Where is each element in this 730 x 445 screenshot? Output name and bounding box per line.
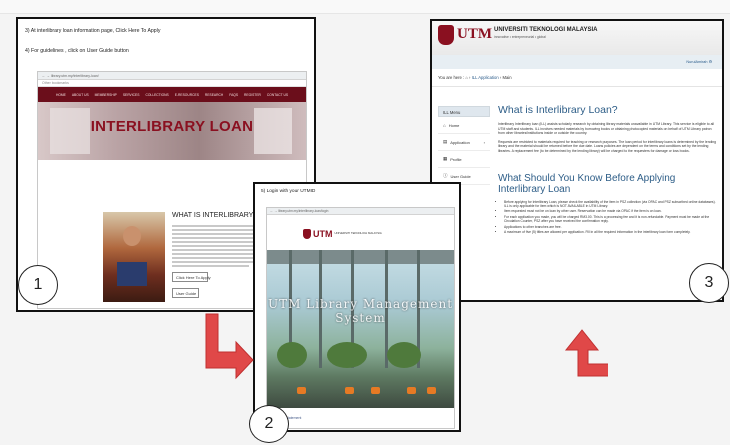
site-nav-item[interactable]: MEMBERSHIP [95, 93, 117, 97]
list-item: Item requested must not be on loan by ot… [504, 209, 718, 213]
arrow-to-step-2-icon [205, 313, 254, 380]
home-icon: ⌂ [443, 122, 446, 128]
user-menu[interactable]: NurulAmirah ⚙ [686, 59, 712, 64]
step-3-badge: 3 [689, 263, 729, 303]
what-is-ill-paragraph-2: Requests are restricted to materials req… [498, 139, 716, 153]
university-name: UNIVERSITI TEKNOLOGI MALAYSIA [334, 231, 382, 236]
chevron-right-icon: › [483, 139, 485, 145]
utm-crest-icon [438, 25, 454, 45]
university-name: UNIVERSITI TEKNOLOGI MALAYSIA [494, 27, 598, 33]
site-nav-item[interactable]: HOME [56, 93, 66, 97]
site-nav-item[interactable]: RESEARCH [205, 93, 223, 97]
utm-header: UTM UNIVERSITI TEKNOLOGI MALAYSIA innova… [432, 21, 722, 55]
site-nav-item[interactable]: SERVICES [123, 93, 140, 97]
step-1-instruction-apply: 3) At interlibrary loan information page… [25, 28, 161, 34]
user-guide-button[interactable]: User Guide [172, 288, 199, 298]
university-tagline: innovative • entrepreneurial • global [494, 35, 546, 39]
library-interior-photo: UTM Library Management System [267, 250, 454, 408]
browser-address-bar[interactable]: ← → library.utm.my/interlibrary-loan/log… [267, 208, 454, 215]
top-strip [0, 0, 730, 14]
bookmarks-label[interactable]: Other bookmarks [42, 81, 69, 85]
site-nav-item[interactable]: ABOUT US [72, 93, 89, 97]
breadcrumb-prefix: You are here : [438, 75, 465, 80]
system-banner-text: UTM Library Management System [267, 297, 454, 325]
interlibrary-hero-banner: INTERLIBRARY LOAN [38, 102, 306, 160]
bookmarks-bar: Other bookmarks [38, 80, 306, 87]
home-icon[interactable]: ⌂ [465, 75, 468, 80]
utm-crest-icon [303, 229, 311, 239]
menu-item-profile[interactable]: ▦ Profile [438, 151, 490, 168]
menu-item-label: Application [450, 139, 470, 145]
utm-logo: UTM UNIVERSITI TEKNOLOGI MALAYSIA [303, 229, 382, 239]
step-2-panel: 5) Login with your UTMID ← → library.utm… [253, 182, 461, 432]
before-applying-heading: What Should You Know Before Applying Int… [498, 172, 676, 195]
menu-item-home[interactable]: ⌂ Home [438, 117, 490, 134]
utm-logo-text: UTM [313, 229, 333, 239]
breadcrumb: You are here : ⌂ › ILL Application › Mai… [432, 69, 722, 87]
breadcrumb-link[interactable]: ILL Application [472, 75, 499, 80]
site-nav-item[interactable]: E-RESOURCES [175, 93, 199, 97]
breadcrumb-current: Main [502, 75, 512, 80]
site-nav-item[interactable]: CONTACT US [267, 93, 288, 97]
menu-item-application[interactable]: ▤ Application › [438, 134, 490, 151]
ill-main-content: What is Interlibrary Loan? Interlibrary … [498, 104, 718, 236]
info-icon: ⓘ [443, 173, 448, 178]
list-item: Applications to other branches are free. [504, 225, 718, 229]
back-icon[interactable]: ← → [270, 209, 277, 213]
user-name[interactable]: NurulAmirah [686, 60, 707, 64]
back-icon[interactable]: ← → [42, 74, 50, 78]
browser-address-bar[interactable]: ← → library.utm.my/interlibrary-loan/ [38, 72, 306, 80]
menu-item-label: Profile [450, 156, 462, 162]
site-nav-item[interactable]: FAQS [229, 93, 238, 97]
menu-item-label: Home [448, 122, 460, 128]
click-here-to-apply-button[interactable]: Click Here To Apply [172, 272, 211, 282]
utm-logo: UTM [457, 26, 492, 42]
student-photo [103, 212, 165, 302]
step-1-instruction-guide: 4) For guidelines , click on User Guide … [25, 48, 129, 54]
browser-url[interactable]: library.utm.my/interlibrary-loan/ [51, 74, 99, 78]
step-2-instruction: 5) Login with your UTMID [261, 189, 316, 194]
what-is-ill-paragraph-1: Interlibrary Interlibrary loan (ILL) ass… [498, 122, 715, 136]
menu-item-label: User Guide [450, 173, 471, 179]
user-bar: NurulAmirah ⚙ [432, 55, 722, 69]
ill-menu: ILL Menu ⌂ Home ▤ Application › ▦ Profil… [438, 106, 490, 185]
list-item: Before applying for Interlibrary Loan, p… [504, 200, 718, 209]
site-navigation: HOME ABOUT US MEMBERSHIP SERVICES COLLECTION… [38, 87, 306, 102]
document-icon: ▤ [443, 139, 448, 144]
site-nav-item[interactable]: COLLECTIONS [145, 93, 168, 97]
hero-title: INTERLIBRARY LOAN [90, 118, 254, 135]
before-applying-list: Before applying for Interlibrary Loan, p… [498, 200, 718, 235]
step-3-panel: UTM UNIVERSITI TEKNOLOGI MALAYSIA innova… [430, 19, 724, 302]
ill-menu-title: ILL Menu [438, 106, 490, 117]
step-2-badge: 2 [249, 405, 289, 443]
list-item: A maximum of five (5) titles are allowed… [504, 230, 718, 234]
browser-url[interactable]: library.utm.my/interlibrary-loan/login [278, 209, 328, 213]
what-is-ill-heading: What is Interlibrary Loan? [498, 104, 618, 116]
step-1-badge: 1 [18, 265, 58, 305]
gear-icon[interactable]: ⚙ [709, 60, 712, 64]
site-nav-item[interactable]: REGISTER [244, 93, 261, 97]
profile-icon: ▦ [443, 156, 448, 161]
login-page-screenshot: ← → library.utm.my/interlibrary-loan/log… [266, 207, 455, 429]
list-item: For each application you made, you will … [504, 215, 718, 224]
arrow-to-step-3-icon [564, 329, 608, 377]
